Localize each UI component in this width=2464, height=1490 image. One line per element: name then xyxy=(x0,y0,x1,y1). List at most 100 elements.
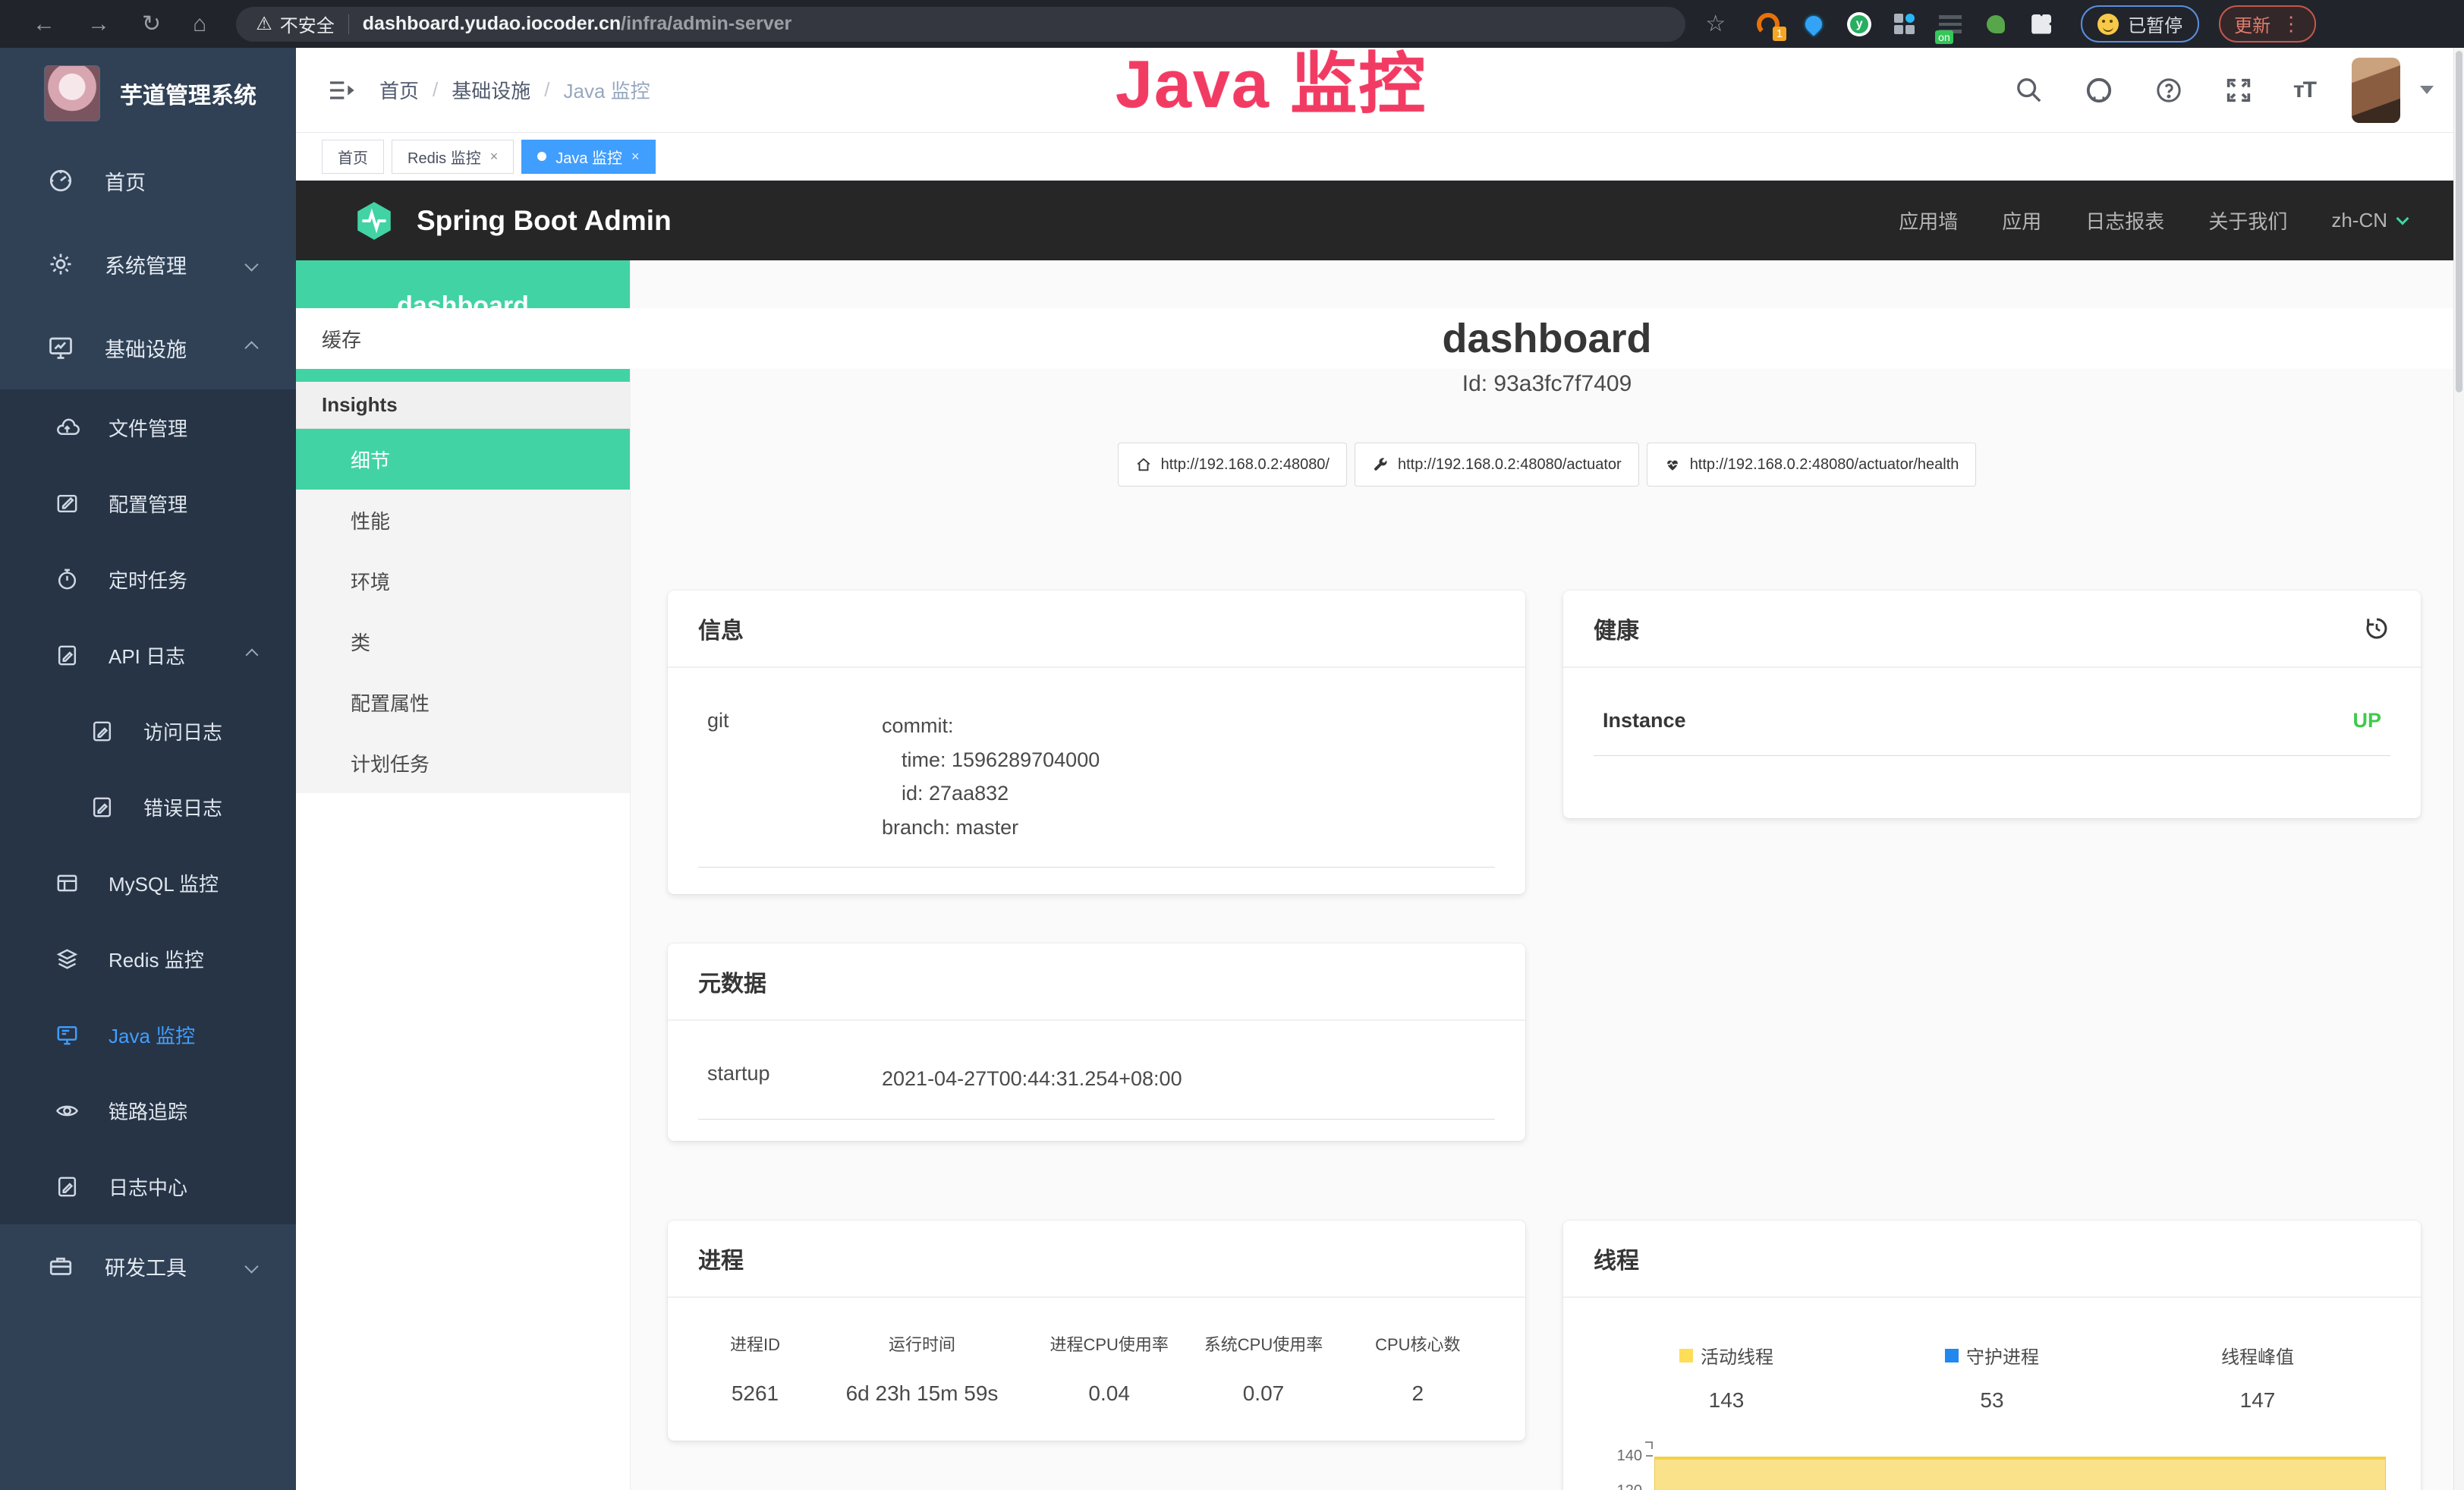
sidebar-item-label: Java 监控 xyxy=(109,1021,195,1049)
legend-label: 守护进程 xyxy=(1966,1342,2039,1369)
sba-menu-scheduled-tasks[interactable]: 计划任务 xyxy=(296,732,630,793)
sidebar-item-home[interactable]: 首页 xyxy=(0,139,296,222)
sidebar-item-label: 链路追踪 xyxy=(109,1097,187,1125)
actuator-url-button[interactable]: http://192.168.0.2:48080/actuator xyxy=(1355,443,1639,487)
page-scrollbar[interactable] xyxy=(2453,48,2464,1490)
sba-menu-classes[interactable]: 类 xyxy=(296,611,630,672)
security-label[interactable]: 不安全 xyxy=(280,11,335,37)
col-header-uptime: 运行时间 xyxy=(812,1331,1032,1356)
sba-nav-about[interactable]: 关于我们 xyxy=(2208,206,2287,235)
history-icon[interactable] xyxy=(2363,615,2390,642)
github-icon[interactable] xyxy=(2084,75,2114,106)
sba-menu-config-props[interactable]: 配置属性 xyxy=(296,672,630,732)
sba-nav-applications[interactable]: 应用 xyxy=(2002,206,2041,235)
extension-icon-grid[interactable] xyxy=(1891,11,1918,38)
locale-selector[interactable]: zh-CN xyxy=(2331,209,2407,232)
sba-nav: 应用墙 应用 日志报表 关于我们 zh-CN xyxy=(1899,206,2407,235)
sba-nav-journal[interactable]: 日志报表 xyxy=(2085,206,2164,235)
sba-menu-details[interactable]: 细节 xyxy=(296,429,630,490)
health-url-button[interactable]: http://192.168.0.2:48080/actuator/health xyxy=(1647,443,1977,487)
log-icon xyxy=(55,643,80,668)
hamburger-icon[interactable] xyxy=(326,75,357,106)
legend-item-daemon: 守护进程 53 xyxy=(1859,1342,2125,1413)
sidebar-item-devtools[interactable]: 研发工具 xyxy=(0,1224,296,1308)
chevron-up-icon xyxy=(246,649,259,662)
sidebar-item-infra[interactable]: 基础设施 xyxy=(0,306,296,389)
back-icon[interactable]: ← xyxy=(33,13,55,36)
legend-item-live: 活动线程 143 xyxy=(1594,1342,1859,1413)
sidebar-item-java-monitor[interactable]: Java 监控 xyxy=(0,997,296,1073)
y-tick-140: 140 xyxy=(1617,1447,1642,1465)
app-logo-row: 芋道管理系统 xyxy=(0,48,296,139)
app-logo xyxy=(44,65,100,121)
tab-redis-monitor[interactable]: Redis 监控 × xyxy=(392,140,514,174)
user-avatar[interactable] xyxy=(2352,58,2400,123)
java-monitor-icon xyxy=(55,1022,80,1047)
extension-icon-pin[interactable] xyxy=(1800,11,1827,38)
y-circle-icon: y xyxy=(1847,12,1871,36)
sba-content: dashboard 93a3fc7f7409 Insights 细节 性能 环境… xyxy=(296,260,2464,1490)
metadata-card: 元数据 startup 2021-04-27T00:44:31.254+08:0… xyxy=(668,943,1525,1141)
extension-icon-rows[interactable]: on xyxy=(1937,11,1964,38)
font-size-icon[interactable]: тT xyxy=(2293,77,2315,103)
paused-label: 已暂停 xyxy=(2128,11,2182,37)
help-icon[interactable] xyxy=(2154,75,2184,106)
timer-icon xyxy=(55,567,80,592)
sidebar-item-mysql-monitor[interactable]: MySQL 监控 xyxy=(0,845,296,921)
close-icon[interactable]: × xyxy=(631,149,640,165)
sba-nav-wallboard[interactable]: 应用墙 xyxy=(1899,206,1958,235)
sidebar-item-label: 首页 xyxy=(105,166,146,196)
sidebar-item-system[interactable]: 系统管理 xyxy=(0,222,296,306)
chevron-up-icon xyxy=(244,341,258,354)
process-table: 进程ID 运行时间 进程CPU使用率 系统CPU使用率 CPU核心数 5261 … xyxy=(698,1331,1495,1406)
metadata-row-label: startup xyxy=(707,1062,882,1096)
sidebar-item-label: MySQL 监控 xyxy=(109,869,219,897)
extension-icon-y[interactable]: y xyxy=(1846,11,1873,38)
sba-menu-environment[interactable]: 环境 xyxy=(296,550,630,611)
info-card-title: 信息 xyxy=(698,612,744,645)
legend-item-peak: 线程峰值 147 xyxy=(2125,1342,2390,1413)
paused-badge[interactable]: 已暂停 xyxy=(2081,5,2199,43)
breadcrumb-infra[interactable]: 基础设施 xyxy=(452,76,530,104)
status-badge: UP xyxy=(1777,709,2381,732)
extension-icon-sprout[interactable] xyxy=(1982,11,2009,38)
address-bar[interactable]: ⚠ 不安全 dashboard.yudao.iocoder.cn/infra/a… xyxy=(236,7,1685,42)
search-icon[interactable] xyxy=(2014,75,2044,106)
page-title: dashboard xyxy=(630,315,2464,362)
bookmark-star-icon[interactable]: ☆ xyxy=(1705,11,1726,37)
sidebar-item-api-log[interactable]: API 日志 xyxy=(0,617,296,693)
infra-submenu: 文件管理 配置管理 定时任务 API 日志 访问日志 错误日志 xyxy=(0,389,296,1224)
breadcrumb-home[interactable]: 首页 xyxy=(379,76,419,104)
sidebar-item-label: 系统管理 xyxy=(105,250,187,279)
reload-icon[interactable]: ↻ xyxy=(142,13,161,36)
tab-home[interactable]: 首页 xyxy=(322,140,384,174)
sidebar-item-config-manage[interactable]: 配置管理 xyxy=(0,465,296,541)
forward-icon[interactable]: → xyxy=(87,13,110,36)
log-center-icon xyxy=(55,1174,80,1199)
sidebar-item-tracing[interactable]: 链路追踪 xyxy=(0,1073,296,1148)
browser-menu-icon[interactable]: ⋮ xyxy=(2281,12,2301,36)
sidebar-item-scheduled-jobs[interactable]: 定时任务 xyxy=(0,541,296,617)
sidebar-item-access-log[interactable]: 访问日志 xyxy=(0,693,296,769)
tab-java-monitor[interactable]: Java 监控 × xyxy=(521,140,655,174)
fullscreen-icon[interactable] xyxy=(2223,75,2254,106)
sidebar-item-file-manage[interactable]: 文件管理 xyxy=(0,389,296,465)
sidebar-item-error-log[interactable]: 错误日志 xyxy=(0,769,296,845)
update-button[interactable]: 更新⋮ xyxy=(2219,5,2316,43)
caret-down-icon[interactable] xyxy=(2420,86,2434,94)
home-icon[interactable]: ⌂ xyxy=(193,13,206,36)
sidebar-item-redis-monitor[interactable]: Redis 监控 xyxy=(0,921,296,997)
sba-brand-title: Spring Boot Admin xyxy=(417,205,672,237)
sba-menu-metrics[interactable]: 性能 xyxy=(296,490,630,550)
threads-card-title: 线程 xyxy=(1594,1242,1639,1275)
close-icon[interactable]: × xyxy=(490,149,499,165)
service-url-button[interactable]: http://192.168.0.2:48080/ xyxy=(1118,443,1347,487)
legend-swatch-yellow xyxy=(1679,1349,1693,1362)
extension-icon-orange[interactable]: 1 xyxy=(1754,11,1782,38)
service-url: http://192.168.0.2:48080/ xyxy=(1161,456,1330,474)
axis-corner xyxy=(1645,1441,1653,1449)
smiley-icon xyxy=(2097,14,2119,35)
sidebar-item-log-center[interactable]: 日志中心 xyxy=(0,1148,296,1224)
extension-icon-puzzle[interactable] xyxy=(2028,11,2055,38)
scrollbar-thumb[interactable] xyxy=(2456,51,2462,392)
